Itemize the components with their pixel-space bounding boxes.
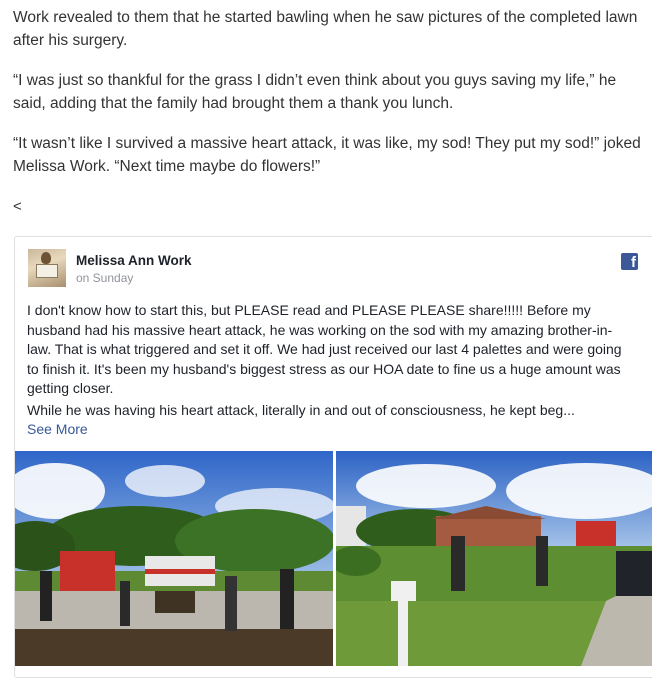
post-photo-firefighters-laying-sod-2[interactable] bbox=[336, 451, 652, 666]
article-paragraph-2: “I was just so thankful for the grass I … bbox=[13, 72, 617, 112]
see-more-link[interactable]: See More bbox=[27, 421, 88, 437]
facebook-embed-card: Melissa Ann Work on Sunday f I don't kno… bbox=[14, 236, 652, 678]
stray-character: < bbox=[13, 198, 22, 215]
post-timestamp[interactable]: on Sunday bbox=[76, 271, 133, 285]
post-author[interactable]: Melissa Ann Work bbox=[76, 253, 192, 268]
article-paragraph-1: Work revealed to them that he started ba… bbox=[13, 9, 638, 49]
article-paragraph-3: “It wasn’t like I survived a massive hea… bbox=[13, 135, 641, 175]
post-text: I don't know how to start this, but PLEA… bbox=[27, 302, 622, 396]
facebook-icon[interactable]: f bbox=[621, 253, 638, 271]
post-text-truncated: While he was having his heart attack, li… bbox=[27, 402, 575, 418]
avatar[interactable] bbox=[28, 249, 66, 287]
post-photo-firefighters-laying-sod-1[interactable] bbox=[15, 451, 333, 666]
